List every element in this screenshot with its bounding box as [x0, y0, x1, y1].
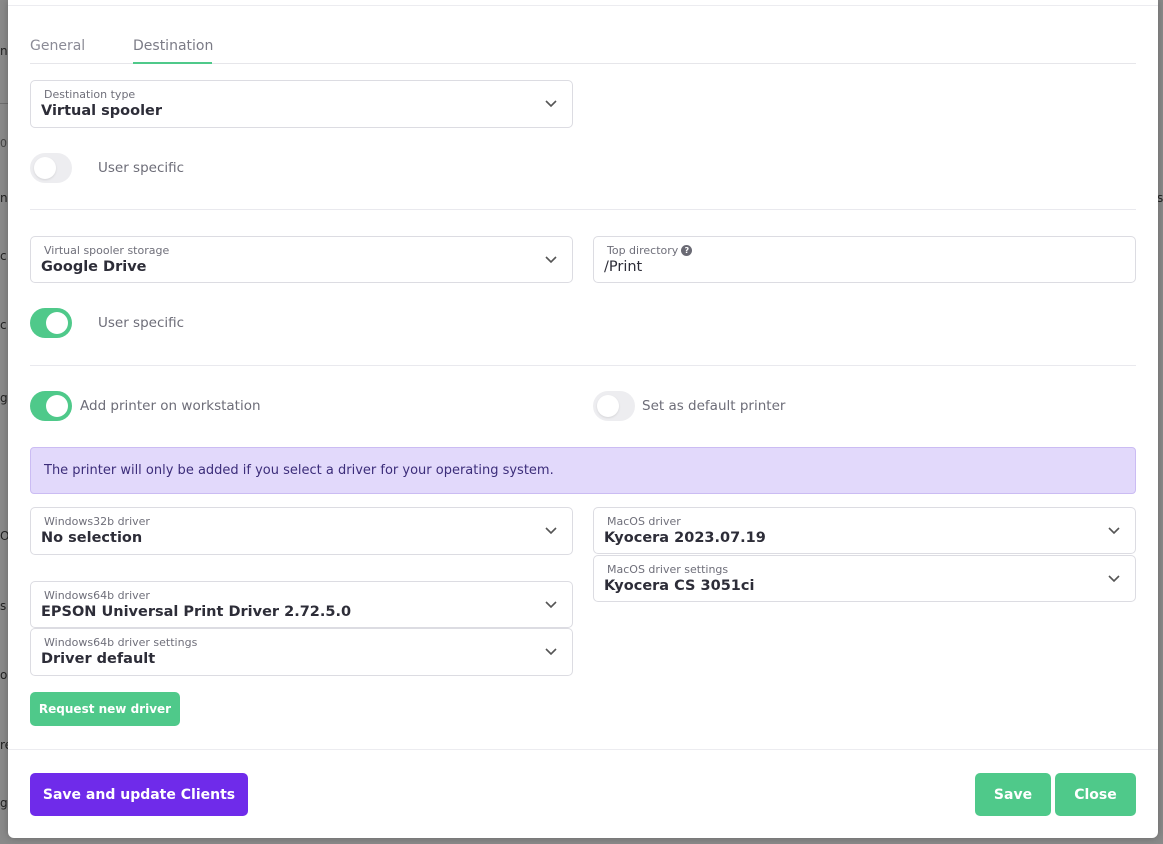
tab-general[interactable]: General — [30, 38, 85, 54]
close-button[interactable]: Close — [1055, 773, 1136, 816]
destination-type-value: Virtual spooler — [41, 103, 163, 119]
chevron-down-icon — [545, 100, 557, 108]
question-circle-icon[interactable]: ? — [681, 245, 693, 256]
printer-settings-modal: General Destination Destination type Vir… — [8, 0, 1158, 838]
background-text: 0 — [0, 137, 7, 150]
top-directory-value: /Print — [604, 259, 643, 275]
macos-driver-value: Kyocera 2023.07.19 — [604, 530, 766, 546]
macos-settings-value: Kyocera CS 3051ci — [604, 578, 755, 594]
active-tab-indicator — [133, 62, 212, 64]
destination-type-select[interactable]: Destination type Virtual spooler — [30, 80, 573, 128]
background-text: g — [0, 796, 8, 810]
tab-bar: General Destination — [30, 30, 1136, 64]
top-directory-label: Top directory? — [607, 244, 693, 257]
toggle-knob — [34, 157, 56, 179]
toggle-knob — [46, 395, 68, 417]
driver-info-alert: The printer will only be added if you se… — [30, 447, 1136, 494]
windows64-driver-select[interactable]: Windows64b driver EPSON Universal Print … — [30, 581, 573, 628]
background-text: n — [0, 44, 8, 58]
user-specific-toggle-2[interactable] — [30, 308, 72, 338]
background-text: s — [0, 599, 7, 613]
background-text: ne — [0, 191, 8, 205]
section-divider — [30, 209, 1136, 210]
save-button[interactable]: Save — [975, 773, 1051, 816]
chevron-down-icon — [545, 601, 557, 609]
windows64-driver-label: Windows64b driver — [44, 589, 150, 602]
macos-driver-select[interactable]: MacOS driver Kyocera 2023.07.19 — [593, 507, 1136, 554]
windows32-driver-select[interactable]: Windows32b driver No selection — [30, 507, 573, 555]
windows64-driver-settings-select[interactable]: Windows64b driver settings Driver defaul… — [30, 628, 573, 676]
macos-driver-label: MacOS driver — [607, 515, 681, 528]
windows64-settings-label: Windows64b driver settings — [44, 636, 198, 649]
windows64-driver-value: EPSON Universal Print Driver 2.72.5.0 — [41, 604, 352, 620]
windows32-driver-label: Windows32b driver — [44, 515, 150, 528]
default-printer-toggle[interactable] — [593, 391, 635, 421]
request-new-driver-button[interactable]: Request new driver — [30, 692, 180, 726]
add-printer-label: Add printer on workstation — [80, 398, 261, 414]
windows64-settings-value: Driver default — [41, 651, 156, 667]
user-specific-label-2: User specific — [98, 315, 185, 331]
chevron-down-icon — [545, 527, 557, 535]
alert-text: The printer will only be added if you se… — [44, 463, 554, 478]
save-and-update-clients-button[interactable]: Save and update Clients — [30, 773, 248, 816]
background-text: O — [0, 529, 8, 543]
chevron-down-icon — [1108, 527, 1120, 535]
top-directory-label-text: Top directory — [607, 244, 679, 257]
chevron-down-icon — [1108, 575, 1120, 583]
toggle-knob — [597, 395, 619, 417]
tab-destination[interactable]: Destination — [133, 38, 213, 54]
add-printer-toggle[interactable] — [30, 391, 72, 421]
footer-divider — [8, 749, 1158, 750]
section-divider — [30, 365, 1136, 366]
user-specific-label-1: User specific — [98, 160, 185, 176]
background-text: c — [0, 318, 7, 332]
user-specific-toggle-1[interactable] — [30, 153, 72, 183]
spooler-storage-value: Google Drive — [41, 259, 147, 275]
modal-top-divider — [8, 5, 1158, 6]
toggle-knob — [46, 312, 68, 334]
background-divider — [0, 103, 8, 104]
windows32-driver-value: No selection — [41, 530, 143, 546]
chevron-down-icon — [545, 256, 557, 264]
background-text: g — [0, 391, 8, 405]
chevron-down-icon — [545, 648, 557, 656]
background-text: re — [0, 738, 8, 752]
spooler-storage-label: Virtual spooler storage — [44, 244, 170, 257]
background-text: ol — [0, 668, 8, 682]
macos-driver-settings-select[interactable]: MacOS driver settings Kyocera CS 3051ci — [593, 555, 1136, 602]
default-printer-label: Set as default printer — [642, 398, 786, 414]
top-directory-field[interactable]: Top directory? /Print — [593, 236, 1136, 283]
destination-type-label: Destination type — [44, 88, 136, 101]
spooler-storage-select[interactable]: Virtual spooler storage Google Drive — [30, 236, 573, 283]
macos-settings-label: MacOS driver settings — [607, 563, 729, 576]
background-text: c — [0, 249, 7, 263]
